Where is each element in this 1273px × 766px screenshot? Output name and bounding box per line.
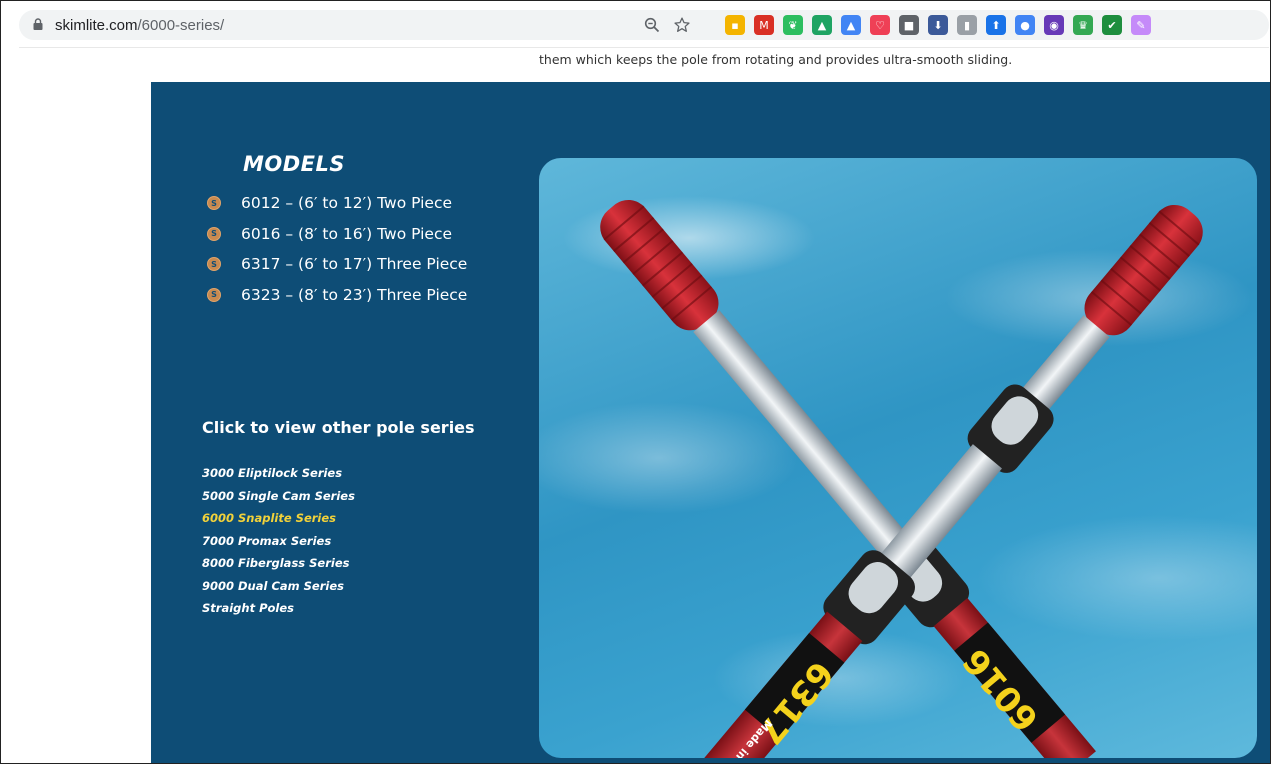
pocket-icon[interactable]: ♡ xyxy=(870,15,890,35)
extension-yellow-icon[interactable]: ▪ xyxy=(725,15,745,35)
model-label: 6323 – (8′ to 23′) Three Piece xyxy=(241,285,468,304)
gmail-icon[interactable]: M xyxy=(754,15,774,35)
office-icon[interactable]: ▮ xyxy=(957,15,977,35)
download-icon[interactable]: ⬇ xyxy=(928,15,948,35)
model-item: S 6323 – (8′ to 23′) Three Piece xyxy=(207,280,467,311)
crossed-poles-illustration: 6016 6317 xyxy=(600,199,1203,758)
s-bullet-icon: S xyxy=(207,196,221,211)
extension-blue-icon[interactable]: ● xyxy=(1015,15,1035,35)
series-links: 3000 Eliptilock Series 5000 Single Cam S… xyxy=(202,462,355,620)
model-item: S 6317 – (6′ to 17′) Three Piece xyxy=(207,249,467,280)
series-link-8000[interactable]: 8000 Fiberglass Series xyxy=(202,552,355,575)
product-photo: 6016 6317 xyxy=(539,158,1257,758)
bookmark-star-icon[interactable] xyxy=(671,14,693,36)
camera-icon[interactable]: ◉ xyxy=(1044,15,1064,35)
url-text[interactable]: skimlite.com/6000-series/ xyxy=(55,17,224,34)
address-bar[interactable]: skimlite.com/6000-series/ ▪ M ❦ ▲ ▲ ♡ ■ ⬇ ▮ ⬆ ● ◉ ♛ ✔… xyxy=(19,10,1269,40)
series-link-9000[interactable]: 9000 Dual Cam Series xyxy=(202,575,355,598)
series-section: MODELS S 6012 – (6′ to 12′) Two Piece S 60… xyxy=(151,82,1270,763)
series-heading: Click to view other pole series xyxy=(202,418,475,437)
browser-toolbar: skimlite.com/6000-series/ ▪ M ❦ ▲ ▲ ♡ ■ ⬇ ▮ ⬆ ● ◉ ♛ ✔… xyxy=(1,1,1270,45)
url-path: /6000-series/ xyxy=(137,17,225,34)
google-drive-icon[interactable]: ▲ xyxy=(812,15,832,35)
google-drive-alt-icon[interactable]: ▲ xyxy=(841,15,861,35)
model-item: S 6016 – (8′ to 16′) Two Piece xyxy=(207,219,467,250)
series-link-straight[interactable]: Straight Poles xyxy=(202,597,355,620)
s-bullet-icon: S xyxy=(207,287,221,302)
pole-6317: 6317 Made in USA xyxy=(698,204,1203,758)
extension-gray-icon[interactable]: ■ xyxy=(899,15,919,35)
pole-6016: 6016 xyxy=(600,199,1096,758)
evernote-icon[interactable]: ❦ xyxy=(783,15,803,35)
intro-text: them which keeps the pole from rotating … xyxy=(539,52,1013,67)
browser-window: skimlite.com/6000-series/ ▪ M ❦ ▲ ▲ ♡ ■ ⬇ ▮ ⬆ ● ◉ ♛ ✔… xyxy=(0,0,1271,764)
s-bullet-icon: S xyxy=(207,226,221,241)
model-label: 6317 – (6′ to 17′) Three Piece xyxy=(241,255,468,274)
lock-icon xyxy=(33,18,43,30)
check-icon[interactable]: ✔ xyxy=(1102,15,1122,35)
s-bullet-icon: S xyxy=(207,257,221,272)
model-label: 6012 – (6′ to 12′) Two Piece xyxy=(241,194,453,213)
toolbar-divider xyxy=(19,47,1269,48)
models-heading: MODELS xyxy=(243,152,346,176)
series-link-7000[interactable]: 7000 Promax Series xyxy=(202,530,355,553)
extension-partial-icon[interactable]: ✎ xyxy=(1131,15,1151,35)
model-label: 6016 – (8′ to 16′) Two Piece xyxy=(241,224,453,243)
series-link-5000[interactable]: 5000 Single Cam Series xyxy=(202,485,355,508)
extension-green-icon[interactable]: ♛ xyxy=(1073,15,1093,35)
series-link-6000[interactable]: 6000 Snaplite Series xyxy=(202,507,355,530)
zoom-icon[interactable] xyxy=(641,14,663,36)
upload-icon[interactable]: ⬆ xyxy=(986,15,1006,35)
url-domain: skimlite.com xyxy=(55,17,138,34)
model-item: S 6012 – (6′ to 12′) Two Piece xyxy=(207,188,467,219)
series-link-3000[interactable]: 3000 Eliptilock Series xyxy=(202,462,355,485)
model-list: S 6012 – (6′ to 12′) Two Piece S 6016 – (8… xyxy=(207,188,467,310)
